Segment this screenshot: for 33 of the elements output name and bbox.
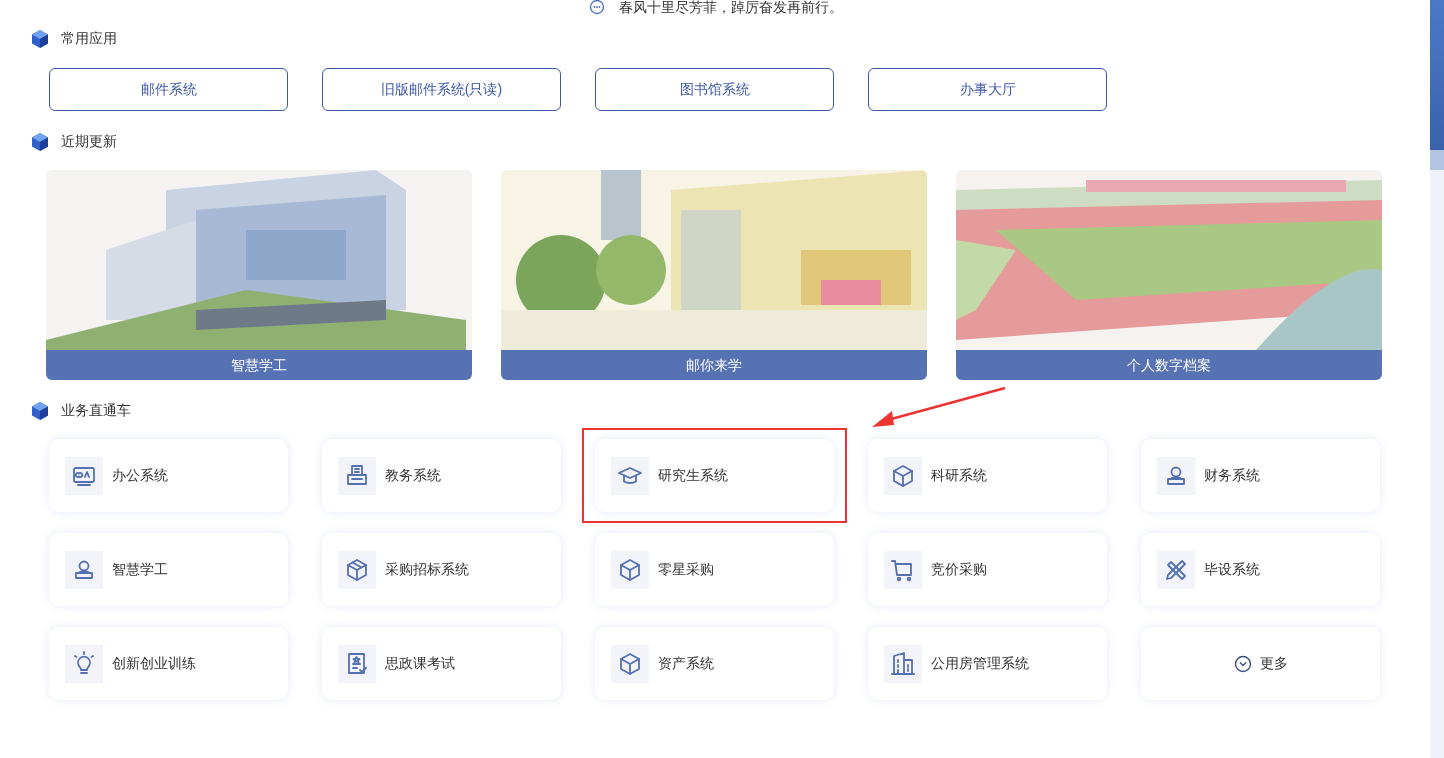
card-caption: 邮你来学	[501, 350, 927, 380]
cube-icon	[32, 401, 48, 420]
banner-text: 春风十里尽芳菲，踔厉奋发再前行。	[619, 0, 843, 14]
link-button[interactable]: 邮件系统	[49, 68, 288, 111]
app-tile[interactable]: 研究生系统	[595, 439, 834, 512]
link-button[interactable]: 图书馆系统	[595, 68, 834, 111]
cube-icon	[32, 29, 48, 48]
card-caption: 智慧学工	[46, 350, 472, 380]
app-tile[interactable]: 竞价采购	[868, 533, 1107, 606]
link-button[interactable]: 旧版邮件系统(只读)	[322, 68, 561, 111]
app-tile[interactable]: 毕设系统	[1141, 533, 1380, 606]
app-tile[interactable]: 公用房管理系统	[868, 627, 1107, 700]
section-title: 常用应用	[61, 29, 117, 48]
cube-icon	[32, 132, 48, 151]
app-tile[interactable]: 创新创业训练	[49, 627, 288, 700]
card-caption: 个人数字档案	[956, 350, 1382, 380]
app-tile[interactable]: 资产系统	[595, 627, 834, 700]
app-tile[interactable]: 科研系统	[868, 439, 1107, 512]
link-button[interactable]: 办事大厅	[868, 68, 1107, 111]
app-tile[interactable]: 智慧学工	[49, 533, 288, 606]
app-tile[interactable]: 零星采购	[595, 533, 834, 606]
app-tile[interactable]: 教务系统	[322, 439, 561, 512]
app-tile[interactable]: 办公系统	[49, 439, 288, 512]
section-title: 近期更新	[61, 132, 117, 151]
more-button[interactable]: 更多	[1141, 627, 1380, 700]
app-tile[interactable]: 思政课考试	[322, 627, 561, 700]
update-card[interactable]: 邮你来学	[501, 170, 927, 380]
section-title: 业务直通车	[61, 401, 131, 420]
chevron-down-circle-icon	[1233, 654, 1252, 673]
chat-bubble-icon	[589, 0, 605, 15]
app-tile[interactable]: 财务系统	[1141, 439, 1380, 512]
app-tile[interactable]: 采购招标系统	[322, 533, 561, 606]
update-card[interactable]: 智慧学工	[46, 170, 472, 380]
